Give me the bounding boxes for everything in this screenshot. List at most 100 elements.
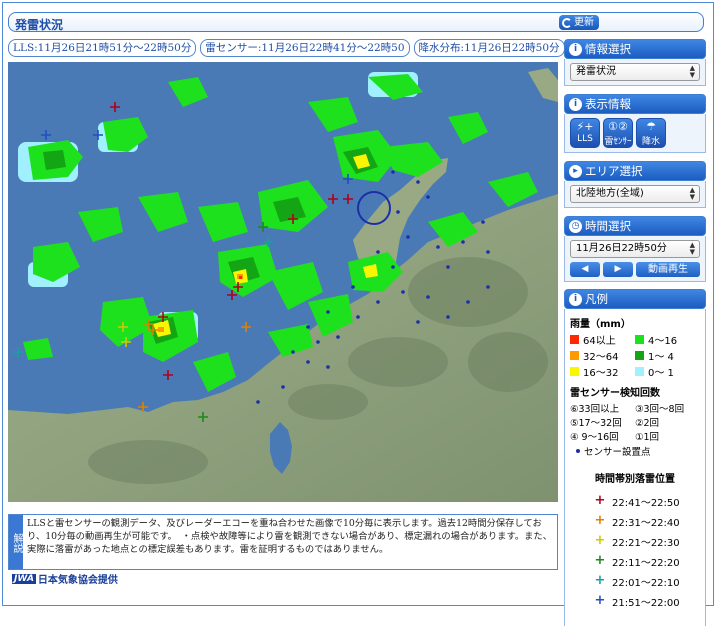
prev-time-button[interactable]: ◀	[570, 262, 600, 277]
color-swatch	[570, 351, 579, 360]
cross-icon: +	[594, 573, 606, 588]
time-select[interactable]: 11月26日22時50分 ▲ ▼	[570, 240, 700, 258]
display-panel-body: ⚡+ LLS ①② 雷ｾﾝｻｰ ☂ 降水	[564, 114, 706, 153]
time-legend-label: 22:11～22:20	[612, 557, 680, 569]
info-panel-title: 情報選択	[585, 42, 631, 56]
legend-body: 雨量（mm） 64以上 4～16 32～64 1～ 4 16～32 0～ 1 雷センサー検…	[564, 309, 706, 626]
info-panel-body: 発雷状況 ▲ ▼	[564, 59, 706, 86]
lls-toggle-label: LLS	[577, 134, 593, 144]
rain-time-label: 降水分布:11月26日22時50分	[413, 39, 565, 57]
lls-toggle-button[interactable]: ⚡+ LLS	[570, 118, 600, 148]
time-legend-label: 22:31～22:40	[612, 517, 680, 529]
area-panel-body: 北陸地方(全域) ▲ ▼	[564, 181, 706, 208]
time-labels: LLS:11月26日21時51分～22時50分 雷センサー:11月26日22時4…	[8, 39, 565, 57]
time-legend-label: 22:01～22:10	[612, 577, 680, 589]
sensor-toggle-label: 雷ｾﾝｻｰ	[604, 137, 632, 147]
sensor-legend-item: ④ 9～16回	[570, 432, 619, 443]
cross-icon: +	[594, 593, 606, 608]
sensor-toggle-button[interactable]: ①② 雷ｾﾝｻｰ	[603, 118, 633, 148]
play-animation-button[interactable]: 動画再生	[636, 262, 700, 277]
explanation-text: LLSと雷センサーの観測データ、及びレーダーエコーを重ね合わせた画像で10分毎に…	[27, 518, 553, 555]
page-title: 発雷状況	[15, 18, 64, 32]
color-swatch	[570, 335, 579, 344]
color-swatch	[635, 335, 644, 344]
rain-legend: 64以上 4～16 32～64 1～ 4 16～32 0～ 1	[570, 332, 700, 379]
time-panel-body: 11月26日22時50分 ▲ ▼ ◀ ▶ 動画再生	[564, 236, 706, 282]
umbrella-icon: ☂	[646, 120, 656, 133]
info-select[interactable]: 発雷状況 ▲ ▼	[570, 63, 700, 81]
time-legend-item: +21:51～22:00	[570, 591, 700, 611]
rain-legend-label: 1～ 4	[648, 352, 674, 363]
rain-legend-title: 雨量（mm）	[570, 319, 631, 330]
area-panel-title: エリア選択	[585, 164, 643, 178]
time-legend-label: 22:41～22:50	[612, 497, 680, 509]
lightning-map[interactable]	[8, 62, 558, 502]
select-arrows-icon: ▲ ▼	[689, 186, 695, 201]
sensor-legend-item: ①1回	[635, 432, 660, 443]
title-bar: 発雷状況 更新	[8, 12, 704, 32]
rain-legend-label: 0～ 1	[648, 368, 674, 379]
lls-time-label: LLS:11月26日21時51分～22時50分	[8, 39, 197, 57]
time-panel: ◷ 時間選択 11月26日22時50分 ▲ ▼ ◀ ▶ 動画再生	[564, 216, 706, 282]
time-legend-item: +22:01～22:10	[570, 571, 700, 591]
rain-legend-item: 1～ 4	[635, 348, 700, 363]
next-time-button[interactable]: ▶	[603, 262, 633, 277]
clock-icon: ◷	[569, 219, 582, 233]
sensor-legend-item: ⑤17～32回	[570, 418, 622, 429]
info-icon: i	[569, 42, 582, 56]
sensor-legend-item: ⑥33回以上	[570, 404, 620, 415]
time-legend-item: +22:41～22:50	[570, 491, 700, 511]
info-icon: i	[569, 97, 582, 111]
sensor-time-label: 雷センサー:11月26日22時41分～22時50	[200, 39, 410, 57]
color-swatch	[635, 351, 644, 360]
time-legend-label: 22:21～22:30	[612, 537, 680, 549]
rain-legend-item: 0～ 1	[635, 364, 700, 379]
time-legend-label: 21:51～22:00	[612, 597, 680, 609]
sensor-icon: ①②	[608, 120, 628, 133]
display-panel-title: 表示情報	[585, 97, 631, 111]
area-select-value: 北陸地方(全域)	[576, 188, 644, 199]
jwa-logo-text: 日本気象協会提供	[37, 575, 118, 586]
cross-icon: +	[594, 553, 606, 568]
explanation-tab: 解説	[9, 515, 23, 569]
play-circle-icon: ▸	[569, 164, 582, 178]
refresh-button[interactable]: 更新	[559, 15, 599, 30]
color-swatch	[635, 367, 644, 376]
area-panel-header: ▸ エリア選択	[564, 161, 706, 181]
lightning-icon: ⚡+	[576, 120, 594, 133]
rain-legend-item: 64以上	[570, 332, 635, 347]
rain-legend-item: 16～32	[570, 364, 635, 379]
time-legend-item: +22:21～22:30	[570, 531, 700, 551]
rain-legend-item: 4～16	[635, 332, 700, 347]
rain-legend-label: 32～64	[583, 352, 619, 363]
select-arrows-icon: ▲ ▼	[689, 241, 695, 256]
rain-toggle-button[interactable]: ☂ 降水	[636, 118, 666, 148]
time-legend: +22:41～22:50 +22:31～22:40 +22:21～22:30 +22:…	[570, 491, 700, 611]
cross-icon: +	[594, 513, 606, 528]
cross-icon: +	[594, 533, 606, 548]
jwa-logo: JWA 日本気象協会提供	[12, 571, 118, 586]
info-panel-header: i 情報選択	[564, 39, 706, 59]
sensor-point-label: センサー設置点	[584, 447, 651, 458]
sensor-legend-title: 雷センサー検知回数	[570, 388, 660, 399]
time-legend-title: 時間帯別落雷位置	[595, 474, 675, 485]
time-panel-title: 時間選択	[585, 219, 631, 233]
sensor-legend-item: ③3回～8回	[635, 404, 685, 415]
rain-legend-label: 64以上	[583, 336, 616, 347]
explanation-box: 解説 LLSと雷センサーの観測データ、及びレーダーエコーを重ね合わせた画像で10…	[8, 514, 558, 570]
area-panel: ▸ エリア選択 北陸地方(全域) ▲ ▼	[564, 161, 706, 208]
time-panel-header: ◷ 時間選択	[564, 216, 706, 236]
select-arrows-icon: ▲ ▼	[689, 64, 695, 79]
time-legend-item: +22:11～22:20	[570, 551, 700, 571]
area-select[interactable]: 北陸地方(全域) ▲ ▼	[570, 185, 700, 203]
rain-legend-label: 16～32	[583, 368, 619, 379]
display-panel: i 表示情報 ⚡+ LLS ①② 雷ｾﾝｻｰ ☂ 降水	[564, 94, 706, 153]
legend-panel: i 凡例 雨量（mm） 64以上 4～16 32～64 1～ 4 16～32 0～ 1 雷…	[564, 289, 706, 626]
rain-toggle-label: 降水	[641, 137, 660, 147]
legend-panel-header: i 凡例	[564, 289, 706, 309]
sensor-legend-item: ②2回	[635, 418, 660, 429]
refresh-icon	[562, 17, 572, 28]
cross-icon: +	[594, 493, 606, 508]
time-legend-item: +22:31～22:40	[570, 511, 700, 531]
rain-legend-item: 32～64	[570, 348, 635, 363]
